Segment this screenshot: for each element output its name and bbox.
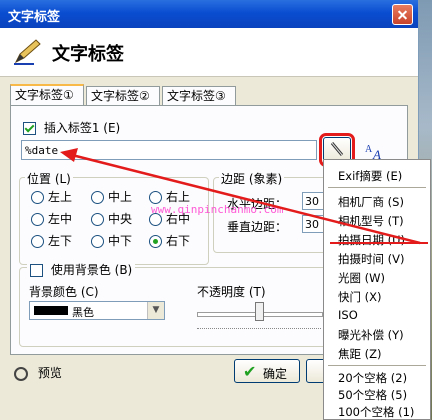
annotation-arrow-head: [60, 148, 78, 162]
annotation-overlay: [60, 148, 428, 245]
annotation-arrow-line: [71, 153, 421, 245]
